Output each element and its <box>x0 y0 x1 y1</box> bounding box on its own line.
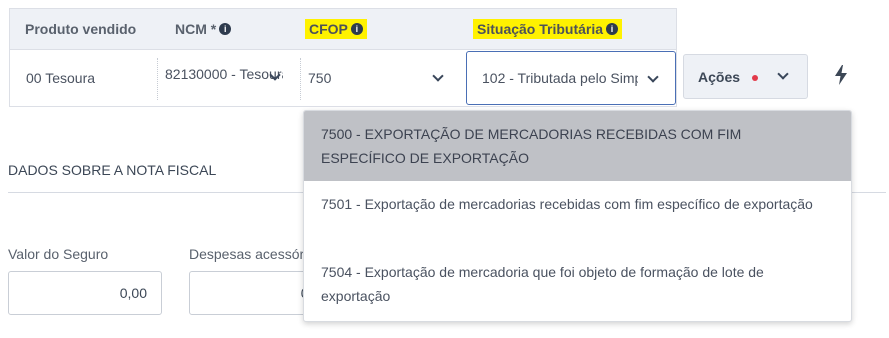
valor-seguro-input[interactable]: 0,00 <box>8 271 162 315</box>
dropdown-option[interactable]: 7501 - Exportação de mercadorias recebid… <box>304 192 851 248</box>
status-dot <box>752 75 758 81</box>
produto-cell: 00 Tesoura <box>26 70 96 86</box>
bolt-icon[interactable] <box>832 64 850 86</box>
section-title: DADOS SOBRE A NOTA FISCAL <box>8 162 217 178</box>
info-icon[interactable]: i <box>350 23 363 36</box>
situacao-tributaria-select[interactable]: 102 - Tributada pelo Simples Nacional <box>466 51 676 105</box>
header-cfop: CFOP i <box>305 8 367 50</box>
header-situacao-tributaria: Situação Tributária i <box>473 8 623 50</box>
cfop-value: 750 <box>308 70 332 86</box>
acoes-label: Ações <box>698 69 741 85</box>
chevron-down-icon[interactable] <box>777 68 789 80</box>
ncm-value: 82130000 - Tesoura <box>165 66 285 82</box>
chevron-down-icon[interactable] <box>647 71 659 83</box>
cfop-dropdown-menu: 7500 - EXPORTAÇÃO DE MERCADORIAS RECEBID… <box>303 110 852 322</box>
info-icon[interactable]: i <box>219 23 232 36</box>
acoes-button[interactable]: Ações <box>683 54 808 99</box>
column-divider <box>157 58 158 100</box>
dropdown-option[interactable]: 7504 - Exportação de mercadoria que foi … <box>304 260 851 316</box>
valor-seguro-label: Valor do Seguro <box>8 246 109 262</box>
info-icon[interactable]: i <box>606 23 619 36</box>
situacao-value: 102 - Tributada pelo Simples Nacional <box>482 70 638 86</box>
column-divider <box>300 58 301 100</box>
dropdown-option[interactable]: 7500 - EXPORTAÇÃO DE MERCADORIAS RECEBID… <box>304 111 851 181</box>
ncm-fade <box>283 66 297 86</box>
header-ncm: NCM * i <box>175 8 232 50</box>
header-produto: Produto vendido <box>25 21 137 37</box>
